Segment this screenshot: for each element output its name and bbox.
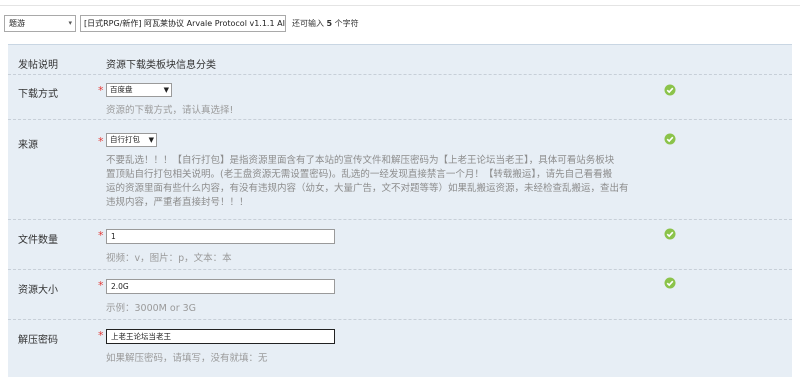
download-method-label: 下载方式 (18, 89, 58, 100)
password-value: 上老王论坛当老王 (111, 332, 171, 341)
title-bar: 题游 ▾ [日式RPG/新作] 阿瓦莱协议 Arvale Protocol v1… (0, 0, 800, 40)
remaining-prefix: 还可输入 (292, 19, 324, 28)
source-desc-line: 违规内容，严重者直接封号！！！ (106, 197, 249, 208)
remaining-chars-text: 还可输入 5 个字符 (292, 18, 359, 29)
required-mark: * (98, 279, 104, 292)
top-divider (0, 0, 800, 6)
password-input[interactable]: 上老王论坛当老王 (106, 329, 335, 344)
header-value: 资源下载类板块信息分类 (106, 60, 216, 71)
source-row: 来源 * 自行打包 ▼ 不要乱选！！！【自行打包】是指资源里面含有了本站的宣传文… (8, 120, 792, 220)
resource-size-value: 2.0G (111, 282, 129, 291)
download-method-row: 下载方式 * 百度盘 ▼ 资源的下载方式，请认真选择! (8, 75, 792, 120)
check-ok-icon (664, 277, 676, 289)
resource-size-label: 资源大小 (18, 285, 58, 296)
source-select[interactable]: 自行打包 ▼ (106, 133, 157, 147)
thread-title-value: [日式RPG/新作] 阿瓦莱协议 Arvale Protocol v1.1.1 … (84, 19, 286, 28)
check-ok-icon (664, 133, 676, 145)
thread-type-value: 题游 (9, 19, 25, 28)
file-count-value: 1 (111, 232, 116, 241)
file-count-row: 文件数量 * 1 视频：v，图片：p，文本：本 (8, 220, 792, 270)
password-row: 解压密码 * 上老王论坛当老王 如果解压密码，请填写，没有就填：无 (8, 320, 792, 370)
remaining-suffix: 个字符 (334, 19, 359, 28)
required-mark: * (98, 135, 104, 148)
required-mark: * (98, 229, 104, 242)
required-mark: * (98, 84, 104, 97)
file-count-label: 文件数量 (18, 235, 58, 246)
download-method-value: 百度盘 (110, 85, 133, 94)
resource-size-row: 资源大小 * 2.0G 示例：3000M or 3G (8, 270, 792, 320)
source-label: 来源 (18, 140, 38, 151)
chevron-down-icon: ▼ (148, 136, 154, 144)
resource-size-hint: 示例：3000M or 3G (106, 303, 197, 314)
source-desc-line: 不要乱选！！！【自行打包】是指资源里面含有了本站的宣传文件和解压密码为【上老王论… (106, 155, 615, 166)
thread-info-panel: 发帖说明 资源下载类板块信息分类 下载方式 * 百度盘 ▼ 资源的下载方式，请认… (8, 44, 792, 377)
file-count-input[interactable]: 1 (106, 229, 335, 244)
chevron-down-icon: ▼ (163, 86, 169, 94)
source-desc-line: 运的资源里面有些什么内容，有没有违规内容（幼女，大量广告，文不对题等等）如果乱搬… (106, 183, 629, 194)
header-row: 发帖说明 资源下载类板块信息分类 (8, 45, 792, 75)
required-mark: * (98, 329, 104, 342)
source-desc-line: 置顶贴自行打包相关说明。(老王盘资源无需设置密码)。乱选的一经发现直接禁言一个月… (106, 169, 613, 180)
password-label: 解压密码 (18, 335, 58, 346)
header-label: 发帖说明 (18, 60, 58, 71)
thread-title-input[interactable]: [日式RPG/新作] 阿瓦莱协议 Arvale Protocol v1.1.1 … (80, 15, 286, 32)
file-count-hint: 视频：v，图片：p，文本：本 (106, 253, 232, 264)
download-method-select[interactable]: 百度盘 ▼ (106, 83, 172, 97)
remaining-count: 5 (326, 19, 333, 28)
check-ok-icon (664, 84, 676, 96)
check-ok-icon (664, 228, 676, 240)
resource-size-input[interactable]: 2.0G (106, 279, 335, 294)
download-method-hint: 资源的下载方式，请认真选择! (106, 105, 234, 116)
chevron-down-icon: ▾ (68, 19, 72, 27)
password-hint: 如果解压密码，请填写，没有就填：无 (106, 353, 268, 364)
thread-type-select[interactable]: 题游 ▾ (4, 15, 76, 32)
source-value: 自行打包 (110, 135, 140, 144)
